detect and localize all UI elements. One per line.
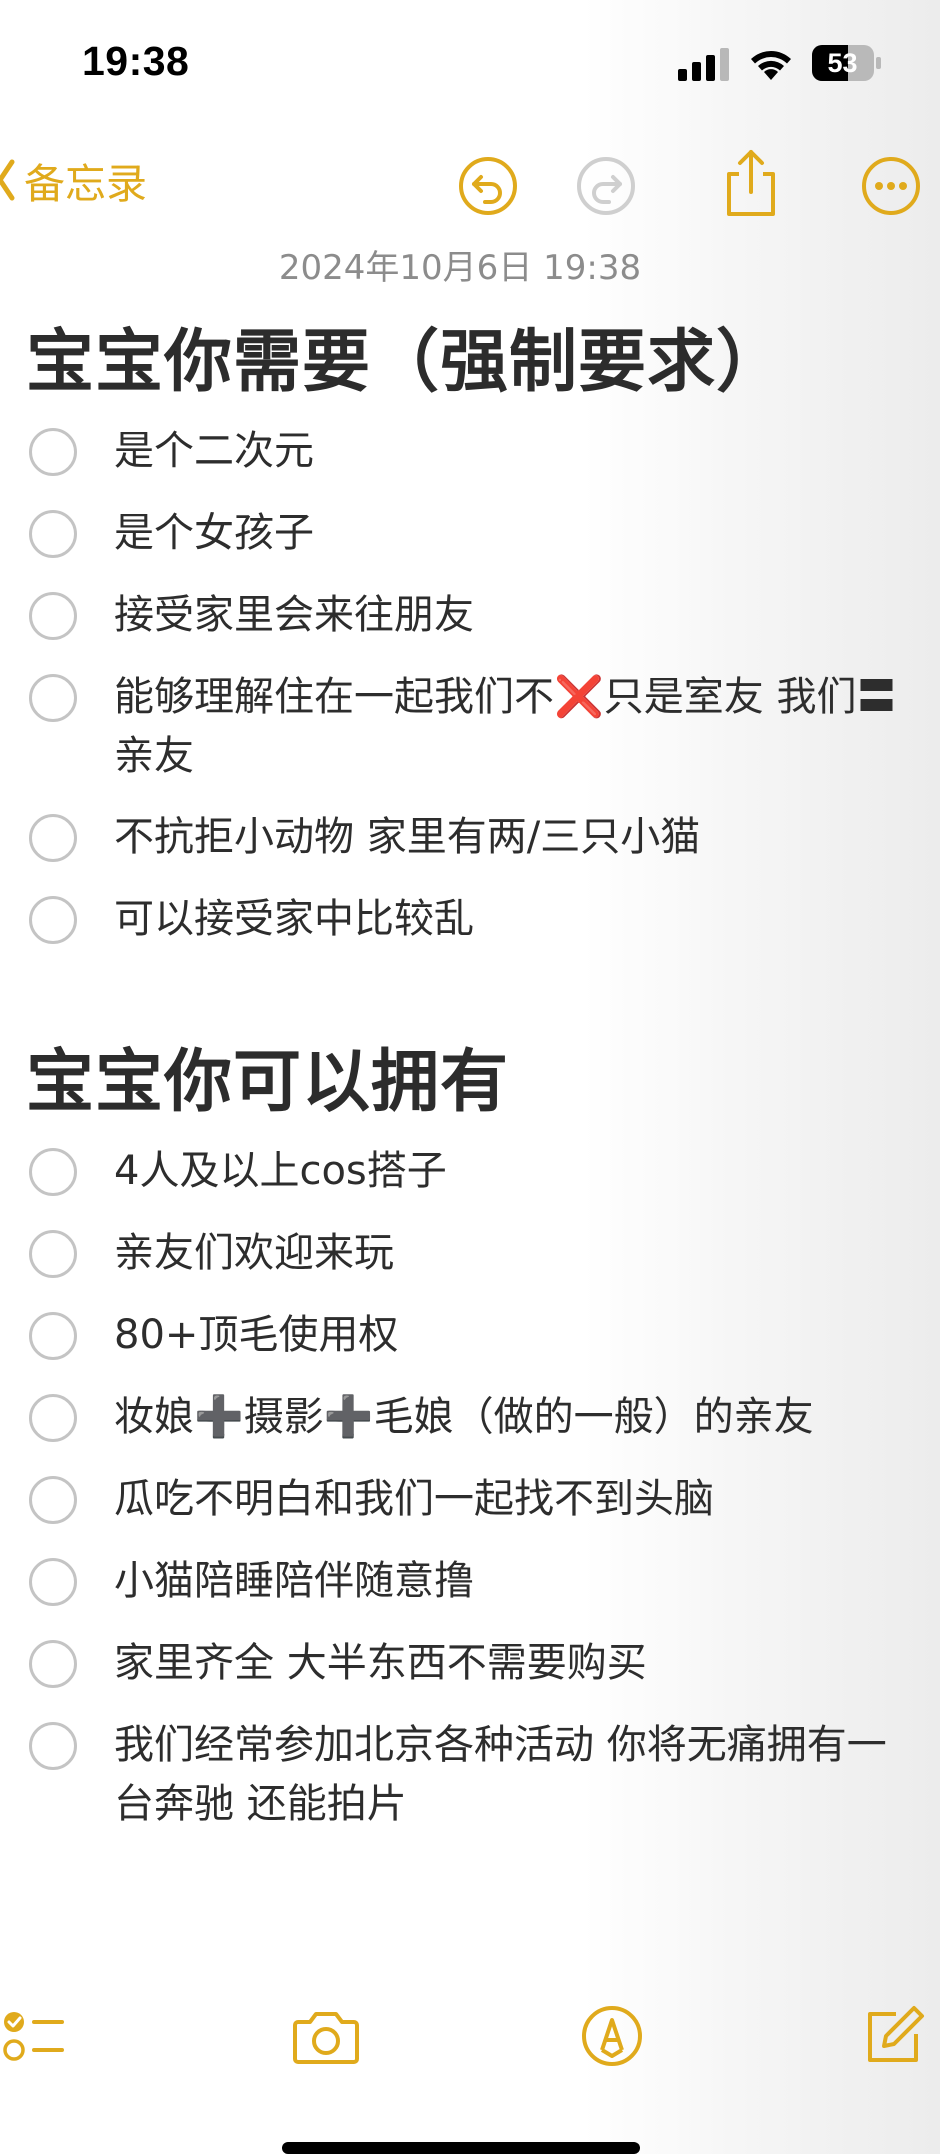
checkbox[interactable] [29,1558,77,1606]
checklist-item: 是个女孩子 [0,502,940,584]
checklist-item: 是个二次元 [0,420,940,502]
signal-icon [678,48,729,81]
section-heading-benefits: 宝宝你可以拥有 [26,1043,510,1122]
checklist-item: 亲友们欢迎来玩 [0,1222,940,1304]
checklist-item-text[interactable]: 不抗拒小动物 家里有两/三只小猫 [114,808,904,867]
back-button[interactable]: 备忘录 [0,150,147,210]
checkbox[interactable] [29,896,77,944]
checklist-benefits: 4人及以上cos搭子 亲友们欢迎来玩 80+顶毛使用权 妆娘➕摄影➕毛娘（做的一… [0,1140,940,1854]
checklist-button[interactable] [0,2004,64,2068]
checklist-item: 不抗拒小动物 家里有两/三只小猫 [0,806,940,888]
markup-icon [582,2006,642,2066]
checklist-item-text[interactable]: 家里齐全 大半东西不需要购买 [114,1634,904,1693]
undo-icon [459,157,517,215]
checkbox[interactable] [29,1312,77,1360]
checkbox[interactable] [29,674,77,722]
share-icon [727,150,775,216]
checklist-item-text[interactable]: 接受家里会来往朋友 [114,586,904,645]
checkbox[interactable] [29,1230,77,1278]
wifi-icon [751,51,791,80]
checkbox[interactable] [29,1148,77,1196]
chevron-left-icon [0,159,15,201]
battery-level: 53 [827,48,858,78]
checkbox[interactable] [29,814,77,862]
checklist-item-text[interactable]: 4人及以上cos搭子 [114,1142,904,1201]
markup-button[interactable] [580,2004,644,2068]
redo-button[interactable] [575,155,637,217]
checkbox[interactable] [29,592,77,640]
checklist-item: 可以接受家中比较乱 [0,888,940,970]
checklist-item-text[interactable]: 是个二次元 [114,422,904,481]
checklist-required: 是个二次元 是个女孩子 接受家里会来往朋友 能够理解住在一起我们不❌只是室友 我… [0,420,940,970]
checkbox[interactable] [29,510,77,558]
checkbox[interactable] [29,428,77,476]
undo-button[interactable] [457,155,519,217]
share-button[interactable] [719,148,783,218]
checklist-item-text[interactable]: 小猫陪睡陪伴随意撸 [114,1552,904,1611]
checklist-icon [3,2012,64,2061]
checklist-item-text[interactable]: 妆娘➕摄影➕毛娘（做的一般）的亲友 [114,1388,904,1447]
redo-icon [577,157,635,215]
checklist-item-text[interactable]: 我们经常参加北京各种活动 你将无痛拥有一台奔驰 还能拍片 [114,1716,904,1834]
checklist-item: 小猫陪睡陪伴随意撸 [0,1550,940,1632]
checklist-item: 能够理解住在一起我们不❌只是室友 我们〓亲友 [0,666,940,806]
status-time: 19:38 [82,38,190,84]
more-icon [862,157,920,215]
home-indicator[interactable] [282,2142,640,2154]
checklist-item: 家里齐全 大半东西不需要购买 [0,1632,940,1714]
checklist-item-text[interactable]: 80+顶毛使用权 [114,1306,904,1365]
checklist-item-text[interactable]: 瓜吃不明白和我们一起找不到头脑 [114,1470,904,1529]
note-date: 2024年10月6日 19:38 [278,248,642,288]
compose-icon [868,2006,924,2062]
checkbox[interactable] [29,1640,77,1688]
checklist-item: 接受家里会来往朋友 [0,584,940,666]
checklist-item-text[interactable]: 可以接受家中比较乱 [114,890,904,949]
more-button[interactable] [860,155,922,217]
section-heading-required: 宝宝你需要（强制要求） [26,323,786,402]
checkbox[interactable] [29,1476,77,1524]
camera-button[interactable] [292,2004,360,2068]
checklist-item: 我们经常参加北京各种活动 你将无痛拥有一台奔驰 还能拍片 [0,1714,940,1854]
checklist-item-text[interactable]: 能够理解住在一起我们不❌只是室友 我们〓亲友 [114,668,904,786]
checklist-item-text[interactable]: 是个女孩子 [114,504,904,563]
checklist-item: 妆娘➕摄影➕毛娘（做的一般）的亲友 [0,1386,940,1468]
checkbox[interactable] [29,1394,77,1442]
camera-icon [293,2012,359,2064]
checklist-item: 瓜吃不明白和我们一起找不到头脑 [0,1468,940,1550]
checklist-item: 80+顶毛使用权 [0,1304,940,1386]
compose-button[interactable] [862,2004,926,2068]
checklist-item-text[interactable]: 亲友们欢迎来玩 [114,1224,904,1283]
checkbox[interactable] [29,1722,77,1770]
checklist-item: 4人及以上cos搭子 [0,1140,940,1222]
back-label: 备忘录 [24,160,147,208]
